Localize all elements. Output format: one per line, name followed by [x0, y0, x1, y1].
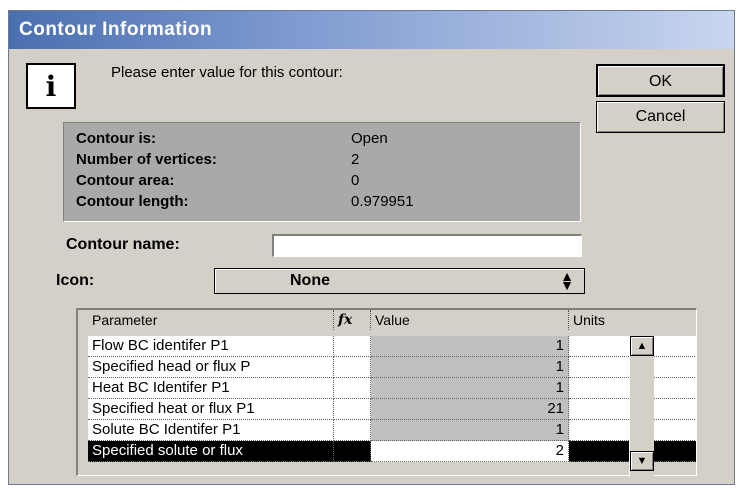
info-icon: i — [26, 63, 76, 109]
parameter-grid: Parameter fx Value Units Flow BC identif… — [76, 308, 697, 476]
fx-cell[interactable] — [334, 336, 371, 357]
updown-arrows-icon[interactable]: ▲ ▼ — [560, 269, 574, 292]
fx-cell[interactable] — [334, 399, 371, 420]
column-header-units[interactable]: Units — [569, 310, 696, 330]
info-icon-glyph: i — [45, 69, 57, 103]
info-label: Contour area: — [76, 172, 175, 189]
param-cell[interactable]: Heat BC Identifer P1 — [88, 378, 334, 399]
info-value: 2 — [351, 151, 360, 168]
table-row-selected[interactable]: Specified solute or flux 2 — [78, 441, 696, 462]
param-cell[interactable]: Flow BC identifer P1 — [88, 336, 334, 357]
column-header-value[interactable]: Value — [371, 310, 569, 330]
column-header-parameter[interactable]: Parameter — [88, 310, 334, 330]
scroll-down-arrow-icon[interactable]: ▼ — [630, 451, 654, 471]
cancel-button[interactable]: Cancel — [596, 101, 725, 133]
info-label: Contour length: — [76, 193, 189, 210]
ok-button[interactable]: OK — [596, 64, 725, 97]
title-bar[interactable]: Contour Information — [9, 11, 734, 49]
value-cell[interactable]: 1 — [371, 378, 569, 399]
table-row[interactable]: Flow BC identifer P1 1 — [78, 336, 696, 357]
fx-cell[interactable] — [334, 420, 371, 441]
value-cell[interactable]: 21 — [371, 399, 569, 420]
param-cell[interactable]: Specified solute or flux — [88, 441, 334, 462]
value-cell[interactable]: 2 — [371, 441, 569, 462]
info-label: Number of vertices: — [76, 151, 217, 168]
table-row[interactable]: Specified head or flux P 1 — [78, 357, 696, 378]
table-row[interactable]: Solute BC Identifer P1 1 — [78, 420, 696, 441]
value-cell[interactable]: 1 — [371, 357, 569, 378]
info-label: Contour is: — [76, 130, 156, 147]
contour-name-input[interactable] — [272, 234, 582, 257]
fx-icon[interactable]: fx — [334, 310, 371, 330]
table-row[interactable]: Specified heat or flux P1 21 — [78, 399, 696, 420]
param-cell[interactable]: Specified head or flux P — [88, 357, 334, 378]
prompt-text: Please enter value for this contour: — [111, 64, 343, 81]
value-cell[interactable]: 1 — [371, 336, 569, 357]
grid-scrollbar[interactable]: ▲ ▼ — [629, 336, 654, 476]
param-cell[interactable]: Solute BC Identifer P1 — [88, 420, 334, 441]
icon-select[interactable]: None ▲ ▼ — [214, 268, 585, 294]
fx-cell[interactable] — [334, 357, 371, 378]
fx-cell[interactable] — [334, 441, 371, 462]
window-title: Contour Information — [19, 19, 213, 40]
param-cell[interactable]: Specified heat or flux P1 — [88, 399, 334, 420]
fx-label: fx — [338, 312, 353, 328]
icon-label: Icon: — [56, 272, 95, 289]
fx-cell[interactable] — [334, 378, 371, 399]
info-value: 0 — [351, 172, 360, 189]
contour-info-panel: Contour is: Open Number of vertices: 2 C… — [63, 122, 581, 222]
table-row[interactable]: Heat BC Identifer P1 1 — [78, 378, 696, 399]
contour-info-dialog: Contour Information i Please enter value… — [8, 10, 735, 485]
info-value: Open — [351, 130, 388, 147]
scroll-up-arrow-icon[interactable]: ▲ — [630, 336, 654, 356]
value-cell[interactable]: 1 — [371, 420, 569, 441]
info-value: 0.979951 — [351, 193, 414, 210]
icon-select-value: None — [290, 272, 330, 289]
contour-name-label: Contour name: — [66, 236, 180, 253]
